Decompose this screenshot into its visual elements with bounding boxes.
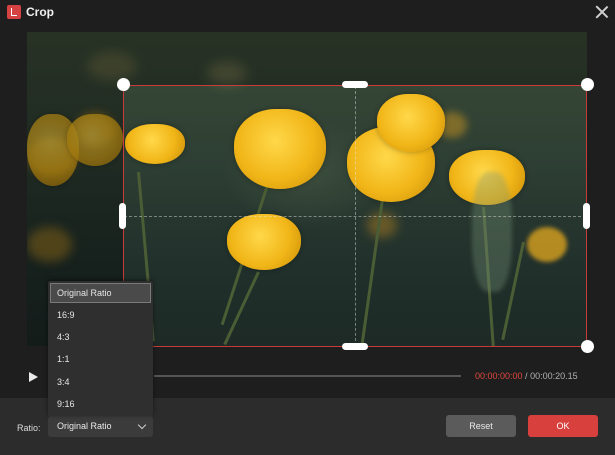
ratio-option-4-3[interactable]: 4:3 [50,327,151,347]
crop-handle-top[interactable] [342,81,368,88]
play-icon[interactable] [26,370,40,384]
ratio-select[interactable]: Original Ratio [48,416,153,437]
crop-handle-left[interactable] [119,203,126,229]
time-display: 00:00:00:00 / 00:00:20.15 [475,371,578,381]
title-bar: Crop [0,0,615,26]
crop-handle-bottom[interactable] [342,343,368,350]
ok-button[interactable]: OK [528,415,598,437]
crop-rectangle[interactable] [123,85,587,347]
ratio-option-16-9[interactable]: 16:9 [50,305,151,325]
crop-dim-top [123,32,587,85]
crop-handle-top-left[interactable] [117,78,130,91]
current-time: 00:00:00:00 [475,371,523,381]
crop-handle-top-right[interactable] [581,78,594,91]
crop-grid-line [124,216,586,217]
window-title: Crop [26,5,54,19]
reset-button[interactable]: Reset [446,415,516,437]
app-logo-icon [7,5,21,19]
ratio-selected-value: Original Ratio [57,421,112,431]
seek-bar[interactable] [154,375,461,377]
total-time: 00:00:20.15 [530,371,578,381]
ratio-label: Ratio: [17,423,41,433]
ratio-option-1-1[interactable]: 1:1 [50,349,151,369]
ratio-option-3-4[interactable]: 3:4 [50,372,151,392]
close-icon[interactable] [593,3,611,21]
ratio-option-9-16[interactable]: 9:16 [50,394,151,414]
crop-handle-bottom-right[interactable] [581,340,594,353]
ratio-option-original[interactable]: Original Ratio [50,283,151,303]
time-separator: / [522,371,531,381]
crop-handle-right[interactable] [583,203,590,229]
ratio-dropdown-menu: Original Ratio 16:9 4:3 1:1 3:4 9:16 [48,281,153,416]
chevron-down-icon [137,420,147,430]
